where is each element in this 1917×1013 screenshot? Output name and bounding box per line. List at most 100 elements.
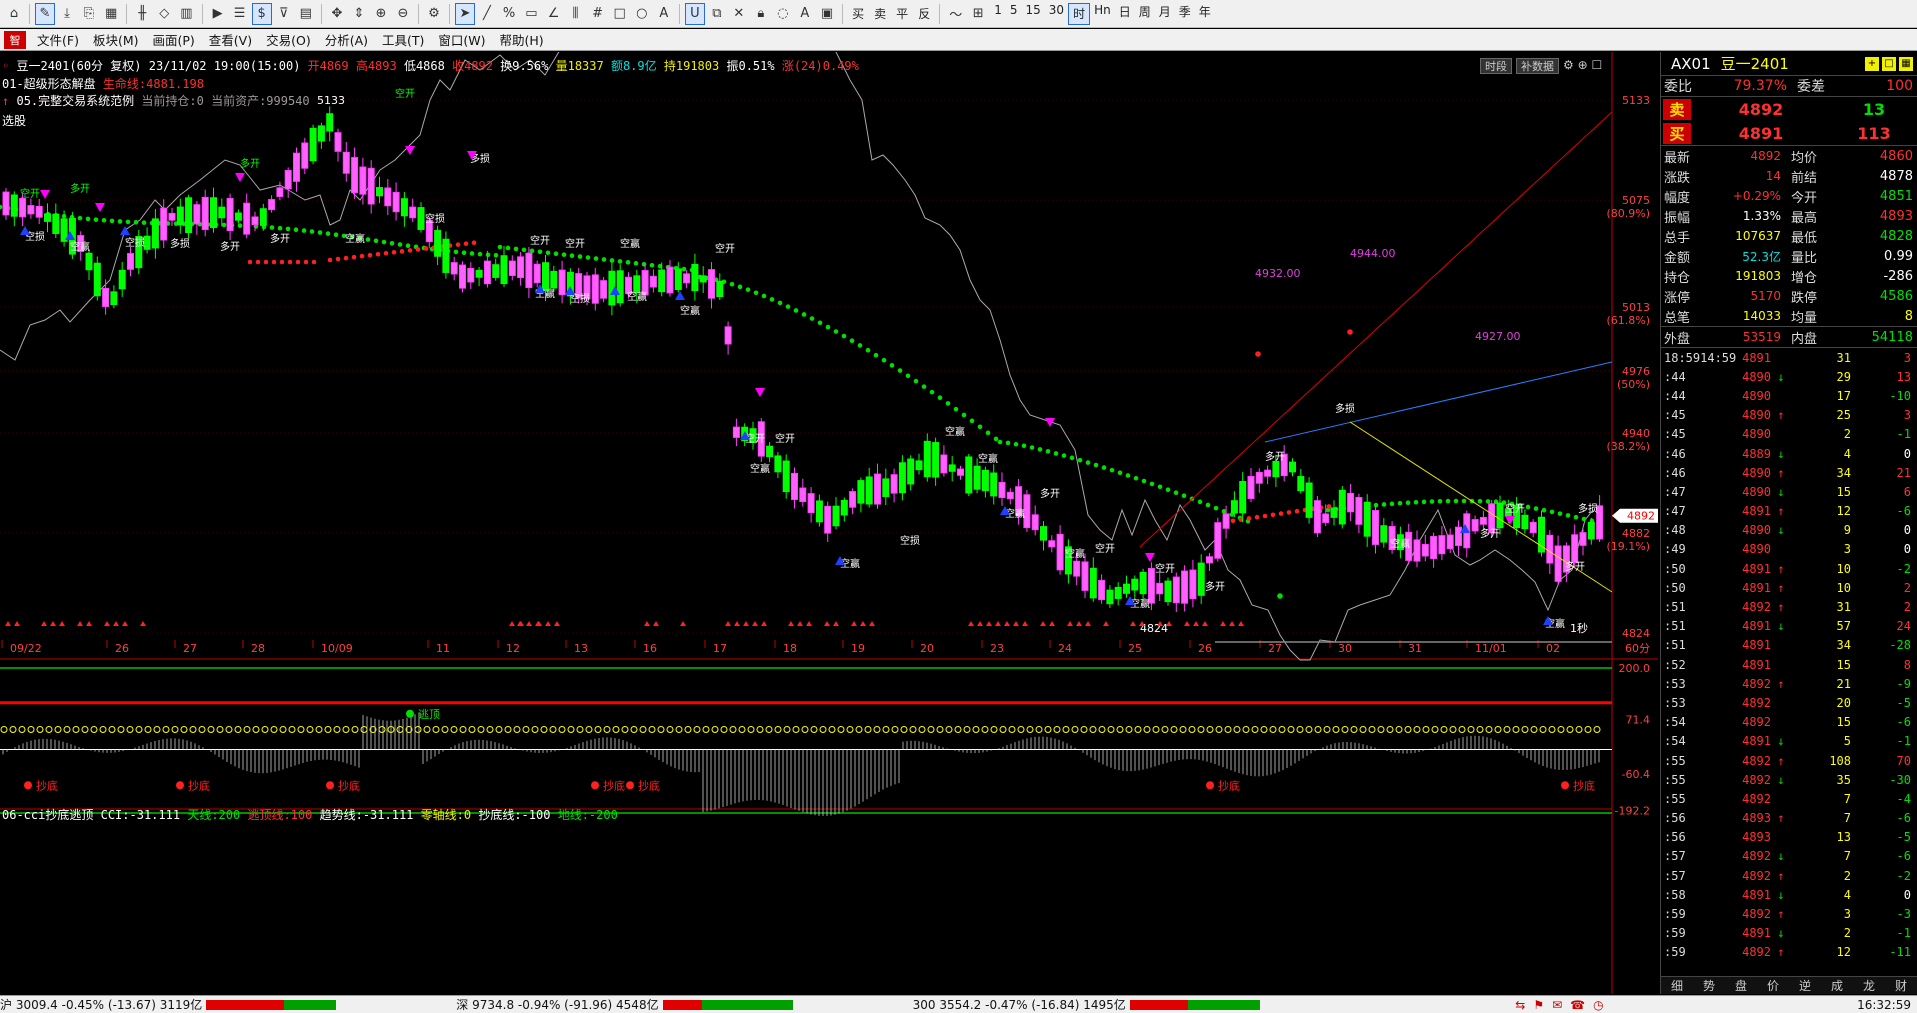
menu-window[interactable]: 窗口(W): [431, 30, 492, 49]
text-tool-icon[interactable]: A: [654, 3, 674, 25]
phone-icon[interactable]: ☎: [1570, 998, 1585, 1012]
tick-table[interactable]: 18:5914:59 4891 31 3:44 4890 ↓ 29 13:44 4890 17 -1…: [1661, 348, 1917, 962]
time-segment-button[interactable]: 时段: [1480, 58, 1512, 74]
tick-delta: 21: [1896, 465, 1911, 480]
diamond-icon[interactable]: ◇: [154, 3, 174, 25]
line-tool-icon[interactable]: ╱: [477, 3, 497, 25]
chart-type-icon[interactable]: ▥: [176, 3, 196, 25]
table-icon[interactable]: ▤: [296, 3, 316, 25]
add-icon[interactable]: +: [1865, 56, 1879, 71]
close-icon[interactable]: ✕: [729, 3, 749, 25]
zoom-in-icon[interactable]: ⊕: [371, 3, 391, 25]
kline-chart[interactable]: 5133 5075 5013 4976 4940 4882 4824 (80.9%) (61.8…: [0, 52, 1658, 994]
pencil-icon[interactable]: ✎: [35, 2, 55, 25]
percent-tool-icon[interactable]: %: [499, 3, 519, 25]
menu-help[interactable]: 帮助(H): [493, 30, 551, 49]
menu-view[interactable]: 查看(V): [202, 30, 259, 49]
clock-icon[interactable]: ◷: [1593, 998, 1603, 1012]
panel-tab[interactable]: 价: [1767, 977, 1779, 994]
panel-tab[interactable]: 龙: [1863, 977, 1875, 994]
grid-menu-icon[interactable]: ▦: [101, 3, 121, 25]
play-icon[interactable]: ▶: [208, 3, 228, 25]
zoom-out-icon[interactable]: ⊖: [393, 3, 413, 25]
panel-tab[interactable]: 逆: [1799, 977, 1811, 994]
period-button[interactable]: 周: [1135, 3, 1155, 25]
move-icon[interactable]: ✥: [327, 3, 347, 25]
angle-tool-icon[interactable]: ∠: [544, 3, 564, 25]
export-icon[interactable]: ⎘: [79, 3, 99, 25]
ruler-tool-icon[interactable]: ▭: [521, 3, 541, 25]
tick-price: 4892: [1742, 753, 1771, 768]
candle-body: [1338, 489, 1346, 525]
line-chart-icon[interactable]: 〜: [945, 3, 966, 25]
circle-tool-icon[interactable]: ○: [632, 3, 652, 25]
chart-options-icon[interactable]: ⚙ ⊕ ☐: [1563, 58, 1602, 74]
panel-tab[interactable]: 细: [1671, 977, 1683, 994]
menu-sector[interactable]: 板块(M): [86, 30, 146, 49]
tick-price: 4890: [1742, 465, 1771, 480]
panel-tab[interactable]: 势: [1703, 977, 1715, 994]
message-icon[interactable]: ✉: [1552, 998, 1562, 1012]
menu-file[interactable]: 文件(F): [30, 30, 86, 49]
period-button[interactable]: 1: [990, 3, 1006, 25]
zero-axis-marker: [1053, 726, 1061, 733]
candle-chart-icon[interactable]: ⊞: [968, 3, 988, 25]
grid-icon[interactable]: ▦: [1899, 56, 1913, 71]
magnet-icon[interactable]: U: [684, 2, 705, 25]
close-position-button[interactable]: 平: [892, 5, 912, 22]
indicator-name[interactable]: 06-cci抄底逃顶: [2, 808, 93, 822]
save-icon[interactable]: ▣: [817, 3, 837, 25]
settings-icon[interactable]: ⚙: [424, 3, 444, 25]
period-button[interactable]: 日: [1115, 3, 1135, 25]
kline-icon[interactable]: ╫: [132, 3, 152, 25]
network-icon[interactable]: ⇆: [1515, 998, 1525, 1012]
sh-index[interactable]: 沪 3009.4 -0.45% (-13.67) 3119亿: [0, 996, 337, 1013]
period-button[interactable]: 季: [1175, 3, 1195, 25]
rect-tool-icon[interactable]: □: [610, 3, 630, 25]
dollar-icon[interactable]: $: [251, 2, 272, 25]
hs300-index[interactable]: 300 3554.2 -0.47% (-16.84) 1495亿: [913, 996, 1260, 1013]
color-icon[interactable]: A: [795, 3, 815, 25]
tick-time: :57: [1664, 868, 1686, 883]
buy-button[interactable]: 买: [848, 5, 868, 22]
hash-tool-icon[interactable]: #: [588, 3, 608, 25]
panel-tab[interactable]: 成: [1831, 977, 1843, 994]
menu-trade[interactable]: 交易(O): [259, 30, 318, 49]
menu-tools[interactable]: 工具(T): [375, 30, 431, 49]
ask-row[interactable]: 卖 4892 13: [1661, 97, 1917, 121]
fill-data-button[interactable]: 补数据: [1516, 58, 1559, 74]
reverse-button[interactable]: 反: [914, 5, 934, 22]
sell-button[interactable]: 卖: [870, 5, 890, 22]
doc-icon[interactable]: ☰: [230, 3, 250, 25]
copy-icon[interactable]: ⧉: [707, 3, 727, 25]
channel-tool-icon[interactable]: ⫼: [566, 3, 586, 25]
candle-body: [1239, 481, 1247, 514]
download-icon[interactable]: ⤓: [57, 3, 77, 25]
menu-screen[interactable]: 画面(P): [146, 30, 202, 49]
home-icon[interactable]: ⌂: [4, 3, 24, 25]
period-button[interactable]: 月: [1155, 3, 1175, 25]
panel-tab[interactable]: 财: [1895, 977, 1907, 994]
cursor-icon[interactable]: ➤: [454, 2, 475, 25]
menu-analysis[interactable]: 分析(A): [318, 30, 375, 49]
panel-tab[interactable]: 盘: [1735, 977, 1747, 994]
select-stock-label[interactable]: 选股: [2, 112, 26, 129]
escape-line-value: 逃顶线:100: [247, 808, 313, 822]
hide-icon[interactable]: ◌: [773, 3, 793, 25]
period-button[interactable]: 15: [1022, 3, 1045, 25]
period-button[interactable]: Hn: [1090, 3, 1115, 25]
period-button[interactable]: 5: [1006, 3, 1022, 25]
lock-icon[interactable]: 🔒︎: [751, 3, 771, 25]
alert-icon[interactable]: ⚑: [1533, 998, 1544, 1012]
indicator1-name[interactable]: 01-超级形态解盘: [2, 77, 96, 91]
candle-body: [815, 500, 823, 523]
period-button[interactable]: 30: [1045, 3, 1068, 25]
indicator2-name[interactable]: 05.完整交易系统范例: [16, 94, 134, 108]
period-button[interactable]: 时: [1068, 2, 1091, 25]
window-icon[interactable]: □: [1882, 56, 1896, 71]
zoom-fit-icon[interactable]: ⇕: [349, 3, 369, 25]
period-button[interactable]: 年: [1195, 3, 1215, 25]
filter-icon[interactable]: ⊽: [274, 3, 294, 25]
sz-index[interactable]: 深 9734.8 -0.94% (-91.96) 4548亿: [456, 996, 793, 1013]
bid-row[interactable]: 买 4891 113: [1661, 121, 1917, 145]
